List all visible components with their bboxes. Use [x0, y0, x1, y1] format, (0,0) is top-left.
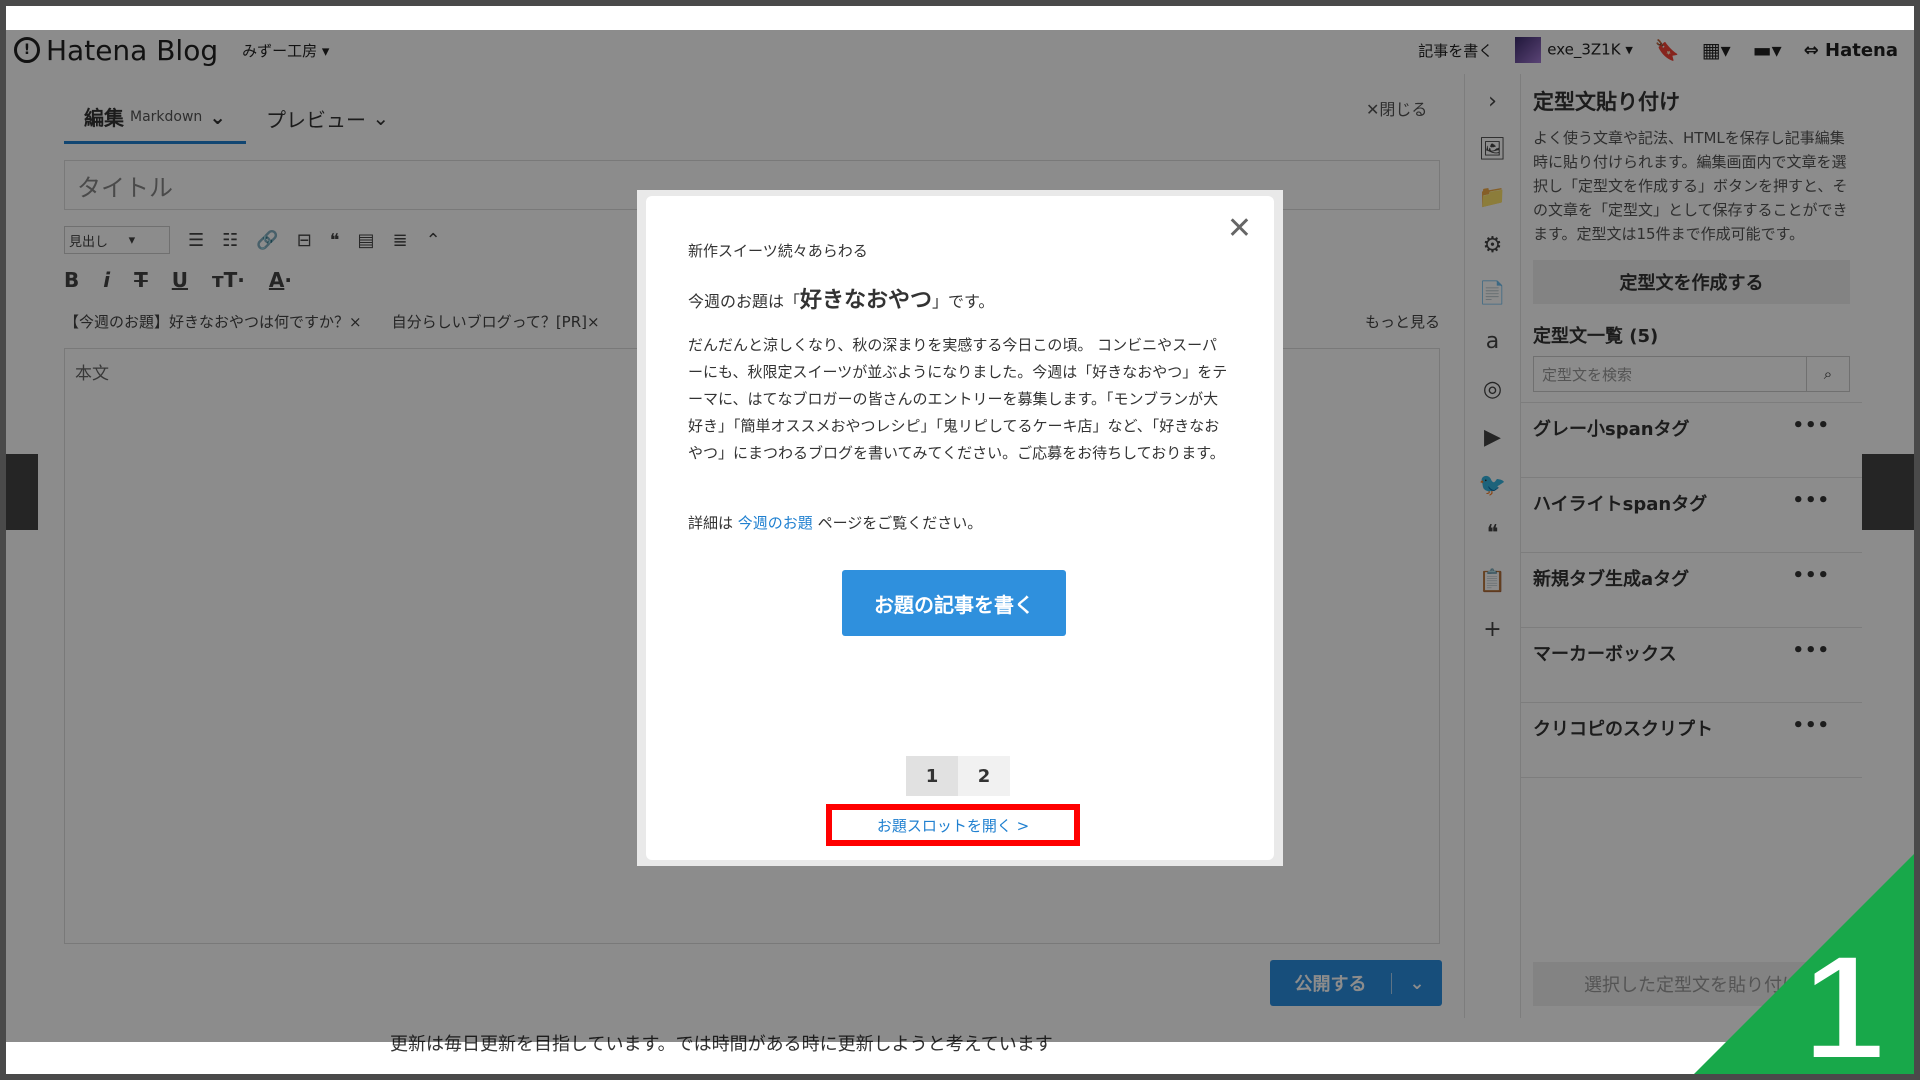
detail-suffix: ページをご覧ください。 — [812, 514, 983, 532]
theme-suffix: 」です。 — [932, 292, 995, 311]
frame-top — [0, 0, 1920, 30]
modal-body-text: だんだんと涼しくなり、秋の深まりを実感する今日この頃。 コンビニやスーパーにも、… — [688, 336, 1228, 462]
modal-theme: 今週のお題は「好きなおやつ」です。 — [688, 282, 994, 314]
modal-eyebrow: 新作スイーツ続々あらわる — [688, 242, 868, 260]
page-2-button[interactable]: 2 — [958, 756, 1010, 796]
close-icon[interactable]: ✕ — [1227, 214, 1252, 244]
modal-pager: 1 2 — [906, 756, 1010, 796]
step-number: 1 — [1802, 923, 1885, 1074]
open-theme-slot-link[interactable]: お題スロットを開く > — [826, 804, 1080, 846]
write-theme-article-button[interactable]: お題の記事を書く — [842, 570, 1066, 636]
weekly-theme-link[interactable]: 今週のお題 — [738, 514, 813, 532]
step-badge: 1 — [1694, 854, 1914, 1074]
detail-prefix: 詳細は — [688, 514, 738, 532]
theme-prefix: 今週のお題は「 — [688, 292, 801, 311]
page-1-button[interactable]: 1 — [906, 756, 958, 796]
weekly-theme-modal: ✕ 新作スイーツ続々あらわる 今週のお題は「好きなおやつ」です。 だんだんと涼し… — [646, 196, 1274, 860]
theme-name: 好きなおやつ — [800, 288, 933, 313]
modal-detail: 詳細は 今週のお題 ページをご覧ください。 — [688, 512, 982, 533]
